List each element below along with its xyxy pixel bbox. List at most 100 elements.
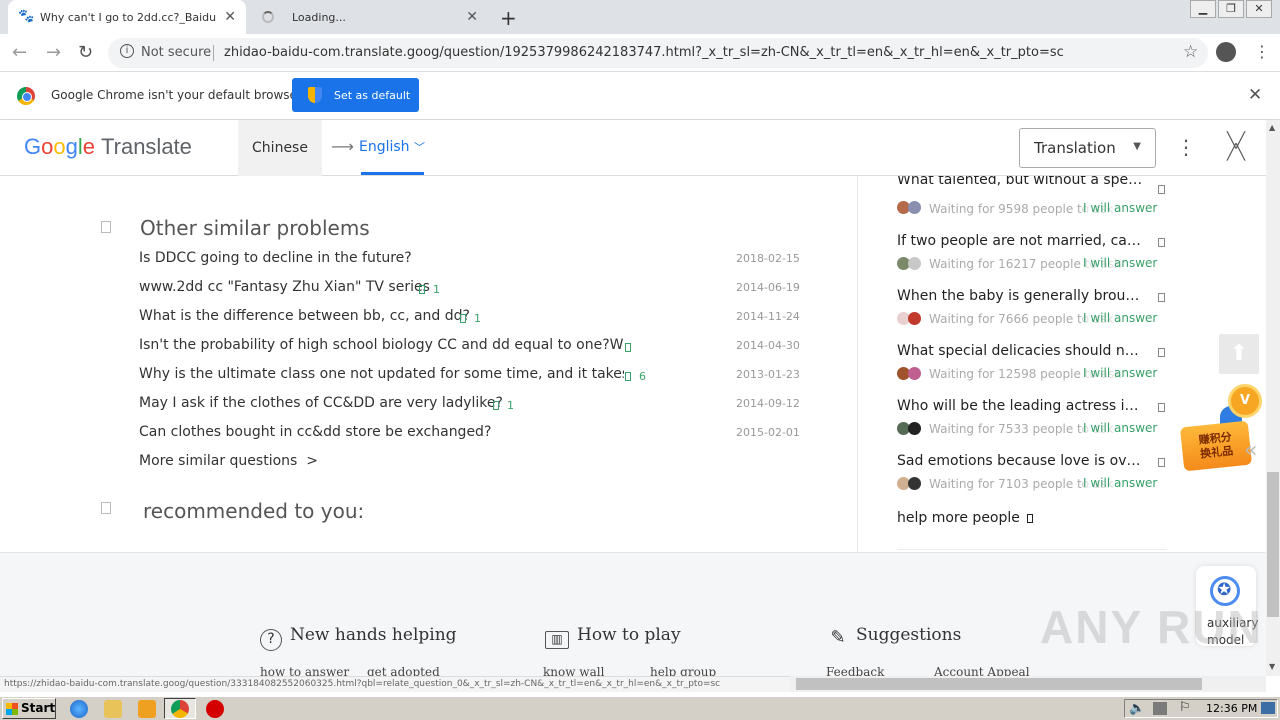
right-list-item[interactable]: What talented, but without a special... … <box>897 176 1167 230</box>
minimize-icon[interactable]: ▁ <box>1190 0 1216 18</box>
tab-close-icon[interactable]: ✕ <box>466 9 478 25</box>
volume-icon[interactable]: 🔈 <box>1129 701 1145 716</box>
flag-icon[interactable]: ⚐ <box>1179 700 1191 715</box>
redeem-points-widget[interactable]: V 赚积分 换礼品 <box>1174 378 1266 478</box>
target-language-tab[interactable]: English ﹀ <box>359 139 425 155</box>
tab-close-icon[interactable]: ✕ <box>224 9 236 25</box>
translation-mode-select[interactable]: Translation ▼ <box>1019 128 1156 168</box>
right-list-item[interactable]: If two people are not married, can t... … <box>897 233 1167 283</box>
horizontal-scrollbar[interactable] <box>790 676 1266 692</box>
answer-count-icon <box>625 372 631 381</box>
question-link[interactable]: What is the difference between bb, cc, a… <box>139 308 470 324</box>
back-icon[interactable]: ← <box>12 42 27 63</box>
vertical-scrollbar[interactable]: ▲ ▼ <box>1266 120 1280 676</box>
i-will-answer-link[interactable]: I will answer <box>1083 366 1158 380</box>
similar-question-row[interactable]: Is DDCC going to decline in the future? … <box>139 250 819 270</box>
similar-question-row[interactable]: Can clothes bought in cc&dd store be exc… <box>139 424 819 444</box>
help-more-people-link[interactable]: help more people <box>897 510 1034 526</box>
show-desktop-icon[interactable] <box>1261 702 1275 714</box>
taskbar-chrome-item[interactable] <box>164 698 196 719</box>
similar-question-row[interactable]: What is the difference between bb, cc, a… <box>139 308 819 328</box>
avatar-group <box>897 257 923 271</box>
media-player-icon[interactable] <box>138 700 156 718</box>
right-list-item[interactable]: What special delicacies should not ... W… <box>897 343 1167 393</box>
chrome-menu-icon[interactable]: ⋮ <box>1254 42 1270 61</box>
scroll-up-icon[interactable]: ▲ <box>1269 123 1275 132</box>
bookmark-star-icon[interactable]: ☆ <box>1183 42 1198 62</box>
tab-baidu[interactable]: 🐾 Why can't I go to 2dd.cc?_Baidu Kno ✕ <box>8 0 246 34</box>
right-item-icon <box>1158 348 1165 357</box>
coin-icon: V <box>1228 384 1262 418</box>
similar-question-row[interactable]: www.2dd cc "Fantasy Zhu Xian" TV series … <box>139 279 819 299</box>
infobar-close-icon[interactable]: ✕ <box>1248 85 1262 105</box>
tab-loading[interactable]: Loading... ✕ <box>252 0 488 34</box>
right-item-title[interactable]: What special delicacies should not ... <box>897 343 1147 359</box>
scrollbar-thumb[interactable] <box>1267 472 1279 617</box>
section-icon <box>101 221 111 233</box>
collapse-icon[interactable]: ╲╱ ╱╲ <box>1227 133 1245 160</box>
right-item-title[interactable]: Who will be the leading actress in "... <box>897 398 1147 414</box>
start-button[interactable]: Start <box>2 698 56 719</box>
folder-icon[interactable] <box>104 700 122 718</box>
i-will-answer-link[interactable]: I will answer <box>1083 421 1158 435</box>
similar-question-row[interactable]: Isn't the probability of high school bio… <box>139 337 819 357</box>
footer-link[interactable]: get adopted <box>367 665 440 676</box>
more-options-icon[interactable]: ⋮ <box>1176 135 1196 159</box>
maximize-icon[interactable]: ❐ <box>1218 0 1244 18</box>
footer-how-to-play[interactable]: ▥ How to play <box>545 625 681 649</box>
question-link[interactable]: May I ask if the clothes of CC&DD are ve… <box>139 395 503 411</box>
warning-icon[interactable] <box>206 700 224 718</box>
footer-link[interactable]: how to answer <box>260 665 349 676</box>
right-item-title[interactable]: Sad emotions because love is over? <box>897 453 1147 469</box>
question-link[interactable]: Is DDCC going to decline in the future? <box>139 250 412 266</box>
i-will-answer-link[interactable]: I will answer <box>1083 476 1158 490</box>
right-list-item[interactable]: Sad emotions because love is over? Waiti… <box>897 453 1167 503</box>
chrome-icon <box>171 700 189 718</box>
ie-icon[interactable] <box>70 700 88 718</box>
new-tab-icon[interactable]: + <box>500 6 517 30</box>
address-bar[interactable]: i Not secure zhidao-baidu-com.translate.… <box>108 38 1208 68</box>
collapse-panel-icon[interactable]: « <box>1244 438 1257 463</box>
scroll-down-icon[interactable]: ▼ <box>1269 662 1275 671</box>
footer-link[interactable]: help group <box>650 665 716 676</box>
footer-link[interactable]: know wall <box>543 665 604 676</box>
similar-question-row[interactable]: Why is the ultimate class one not update… <box>139 366 819 386</box>
i-will-answer-link[interactable]: I will answer <box>1083 311 1158 325</box>
footer-link[interactable]: Account Appeal <box>934 665 1030 676</box>
profile-avatar-icon[interactable] <box>1216 42 1236 62</box>
anyrun-watermark: ANY RUN <box>1040 601 1263 653</box>
source-language-tab[interactable]: Chinese <box>238 120 322 176</box>
footer-suggestions[interactable]: ✎ Suggestions <box>828 625 961 650</box>
footer-link[interactable]: Feedback <box>826 665 884 676</box>
question-link[interactable]: Why is the ultimate class one not update… <box>139 366 624 382</box>
question-link[interactable]: Can clothes bought in cc&dd store be exc… <box>139 424 491 440</box>
similar-question-row[interactable]: May I ask if the clothes of CC&DD are ve… <box>139 395 819 415</box>
more-similar-questions-link[interactable]: More similar questions > <box>139 453 318 469</box>
network-icon[interactable] <box>1153 702 1167 715</box>
info-icon[interactable]: i <box>120 44 134 58</box>
right-list-item[interactable]: When the baby is generally brought... Wa… <box>897 288 1167 338</box>
avatar-group <box>897 477 923 491</box>
question-link[interactable]: Isn't the probability of high school bio… <box>139 337 624 353</box>
arrow-icon <box>1027 514 1034 523</box>
reload-icon[interactable]: ↻ <box>78 42 93 63</box>
close-window-icon[interactable]: ✕ <box>1246 0 1272 18</box>
footer-new-hands[interactable]: ? New hands helping <box>260 625 457 651</box>
redeem-points-label: 赚积分 换礼品 <box>1179 420 1253 472</box>
right-item-title[interactable]: When the baby is generally brought... <box>897 288 1147 304</box>
right-item-title[interactable]: If two people are not married, can t... <box>897 233 1147 249</box>
similar-problems-heading: Other similar problems <box>140 216 370 240</box>
chevron-down-icon: ﹀ <box>414 141 426 154</box>
i-will-answer-link[interactable]: I will answer <box>1083 201 1158 215</box>
url-text[interactable]: zhidao-baidu-com.translate.goog/question… <box>224 45 1064 60</box>
question-link[interactable]: www.2dd cc "Fantasy Zhu Xian" TV series <box>139 279 430 295</box>
scrollbar-thumb[interactable] <box>796 678 1202 690</box>
security-label[interactable]: Not secure <box>141 45 211 60</box>
set-as-default-button[interactable]: Set as default <box>292 78 419 112</box>
google-translate-logo[interactable]: Google Translate <box>24 134 192 160</box>
right-item-title[interactable]: What talented, but without a special... <box>897 176 1147 188</box>
i-will-answer-link[interactable]: I will answer <box>1083 256 1158 270</box>
forward-icon[interactable]: → <box>46 42 61 63</box>
back-to-top-button[interactable]: ⬆ <box>1219 334 1259 374</box>
right-list-item[interactable]: Who will be the leading actress in "... … <box>897 398 1167 448</box>
